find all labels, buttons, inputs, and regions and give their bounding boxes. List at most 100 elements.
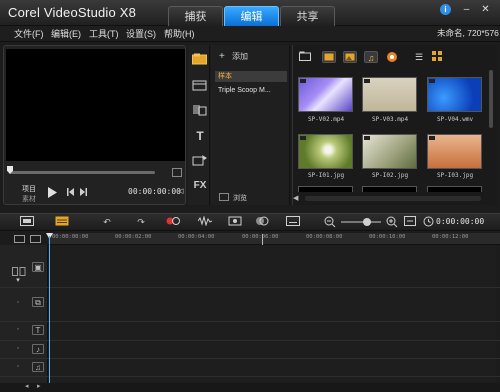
show-photo-icon[interactable] xyxy=(343,51,357,63)
minimize-button[interactable]: – xyxy=(461,4,472,15)
media-scrollbar[interactable] xyxy=(489,70,493,128)
tab-edit[interactable]: 编辑 xyxy=(224,6,279,26)
voice-toggle-icon[interactable]: ◦ xyxy=(14,345,22,353)
filter-icon[interactable]: FX xyxy=(191,180,209,194)
undo-icon[interactable]: ↶ xyxy=(100,216,114,228)
preview-screen[interactable] xyxy=(6,49,185,161)
title-toggle-icon[interactable]: ◦ xyxy=(14,326,22,334)
show-audio-icon[interactable]: ♫ xyxy=(364,51,378,63)
browse-button[interactable]: 浏览 xyxy=(233,193,247,203)
track-divider xyxy=(0,376,500,377)
thumbnail-partial[interactable] xyxy=(427,186,482,192)
timeline-view-icon[interactable] xyxy=(55,216,69,228)
instant-project-icon[interactable] xyxy=(191,79,209,93)
video-badge-icon xyxy=(364,79,370,83)
photo-badge-icon xyxy=(364,136,370,140)
add-button[interactable]: 添加 xyxy=(232,51,248,62)
mode-clip[interactable]: 素材 xyxy=(22,194,36,204)
storyboard-view-icon[interactable] xyxy=(20,216,34,228)
play-button[interactable] xyxy=(46,187,58,199)
zoom-slider-handle[interactable] xyxy=(363,218,371,226)
overlay-track-icon[interactable]: ⧉ xyxy=(32,297,44,307)
list-view-icon[interactable]: ☰ xyxy=(412,51,426,63)
ruler-tick: 00:00:06:00 xyxy=(242,234,279,240)
thumbnail-sp-v04[interactable] xyxy=(427,77,482,112)
thumbnail-sp-i01[interactable] xyxy=(298,134,353,169)
scroll-right-icon[interactable]: ▸ xyxy=(37,382,41,390)
scrub-bar[interactable] xyxy=(10,171,155,174)
photo-badge-icon xyxy=(429,136,435,140)
show-effects-icon[interactable] xyxy=(385,51,399,63)
thumbnail-label: SP-V02.mp4 xyxy=(307,116,345,123)
playhead[interactable] xyxy=(49,236,50,386)
photo-badge-icon xyxy=(300,136,306,140)
video-track-toggle-icon[interactable] xyxy=(12,263,26,276)
ruler-tick: 00:00:02:00 xyxy=(115,234,152,240)
scroll-left-icon[interactable]: ◂ xyxy=(25,382,29,390)
track-area[interactable] xyxy=(49,245,496,390)
title-track-icon[interactable]: T xyxy=(32,325,44,335)
clock-icon xyxy=(421,216,435,228)
ruler-tick: 00:00:08:00 xyxy=(306,234,343,240)
thumbnail-label: SP-I02.jpg xyxy=(371,172,409,179)
prev-frame-icon[interactable] xyxy=(66,187,76,199)
subtitle-editor-icon[interactable] xyxy=(286,216,300,228)
video-track-icon[interactable]: ▣ xyxy=(32,262,44,272)
mode-project[interactable]: 项目 xyxy=(22,184,36,194)
thumbnail-partial[interactable] xyxy=(298,186,353,192)
overlay-toggle-icon[interactable]: ◦ xyxy=(14,299,22,307)
add-icon[interactable]: + xyxy=(219,51,225,62)
music-toggle-icon[interactable]: ◦ xyxy=(14,363,22,371)
menu-settings[interactable]: 设置(S) xyxy=(126,27,156,40)
thumbnail-partial[interactable] xyxy=(362,186,417,192)
fit-project-icon[interactable] xyxy=(403,216,417,228)
thumbnail-sp-v03[interactable] xyxy=(362,77,417,112)
thumbnail-sp-v02[interactable] xyxy=(298,77,353,112)
menu-file[interactable]: 文件(F) xyxy=(14,27,44,40)
track-divider xyxy=(0,321,500,322)
folder-icon[interactable] xyxy=(298,51,312,63)
expand-chevron-icon[interactable]: ▾ xyxy=(14,277,22,285)
motion-track-icon[interactable] xyxy=(255,216,269,228)
zoom-out-icon[interactable] xyxy=(323,216,337,228)
thumbnail-sp-i02[interactable] xyxy=(362,134,417,169)
show-video-icon[interactable] xyxy=(322,51,336,63)
enlarge-icon[interactable] xyxy=(172,168,182,177)
zoom-in-icon[interactable] xyxy=(385,216,399,228)
title-icon[interactable]: T xyxy=(191,129,209,143)
tab-capture[interactable]: 捕获 xyxy=(168,6,223,26)
scroll-left-icon[interactable]: ◀ xyxy=(293,194,302,202)
menu-tools[interactable]: 工具(T) xyxy=(89,27,119,40)
zoom-slider[interactable] xyxy=(341,221,381,223)
auto-music-icon[interactable] xyxy=(228,216,242,228)
thumbnail-label: SP-V03.mp4 xyxy=(371,116,409,123)
track-manager-icon[interactable] xyxy=(14,235,25,243)
thumbnail-view-icon[interactable] xyxy=(430,51,444,63)
close-button[interactable]: ✕ xyxy=(480,4,491,15)
timeline-timecode[interactable]: 0:00:00:00 xyxy=(436,217,484,226)
thumbnail-label: SP-I01.jpg xyxy=(307,172,345,179)
audio-mixer-icon[interactable] xyxy=(197,215,213,228)
music-track-icon[interactable]: ♫ xyxy=(32,362,44,372)
volume-icon[interactable]: ◁ xyxy=(178,187,186,197)
ruler-tick: 00:00:04:00 xyxy=(178,234,215,240)
info-icon[interactable]: i xyxy=(440,4,451,15)
chapter-point-icon[interactable] xyxy=(30,235,41,243)
menu-help[interactable]: 帮助(H) xyxy=(164,27,195,40)
menu-edit[interactable]: 编辑(E) xyxy=(51,27,81,40)
record-capture-icon[interactable] xyxy=(166,216,180,228)
media-horizontal-scrollbar[interactable] xyxy=(305,196,481,201)
library-item-triple-scoop[interactable]: Triple Scoop M... xyxy=(215,85,287,96)
library-item-sample[interactable]: 样本 xyxy=(215,71,287,82)
browse-icon[interactable] xyxy=(219,193,229,201)
graphic-icon[interactable] xyxy=(191,154,209,168)
timeline-scrollbar[interactable] xyxy=(0,383,500,392)
redo-icon[interactable]: ↷ xyxy=(134,216,148,228)
transition-icon[interactable] xyxy=(191,104,209,118)
next-frame-icon[interactable] xyxy=(78,187,88,199)
thumbnail-sp-i03[interactable] xyxy=(427,134,482,169)
tab-share[interactable]: 共享 xyxy=(280,6,335,26)
voice-track-icon[interactable]: ♪ xyxy=(32,344,44,354)
media-icon[interactable] xyxy=(191,53,209,67)
preview-timecode[interactable]: 00:00:00:00 xyxy=(128,187,181,198)
